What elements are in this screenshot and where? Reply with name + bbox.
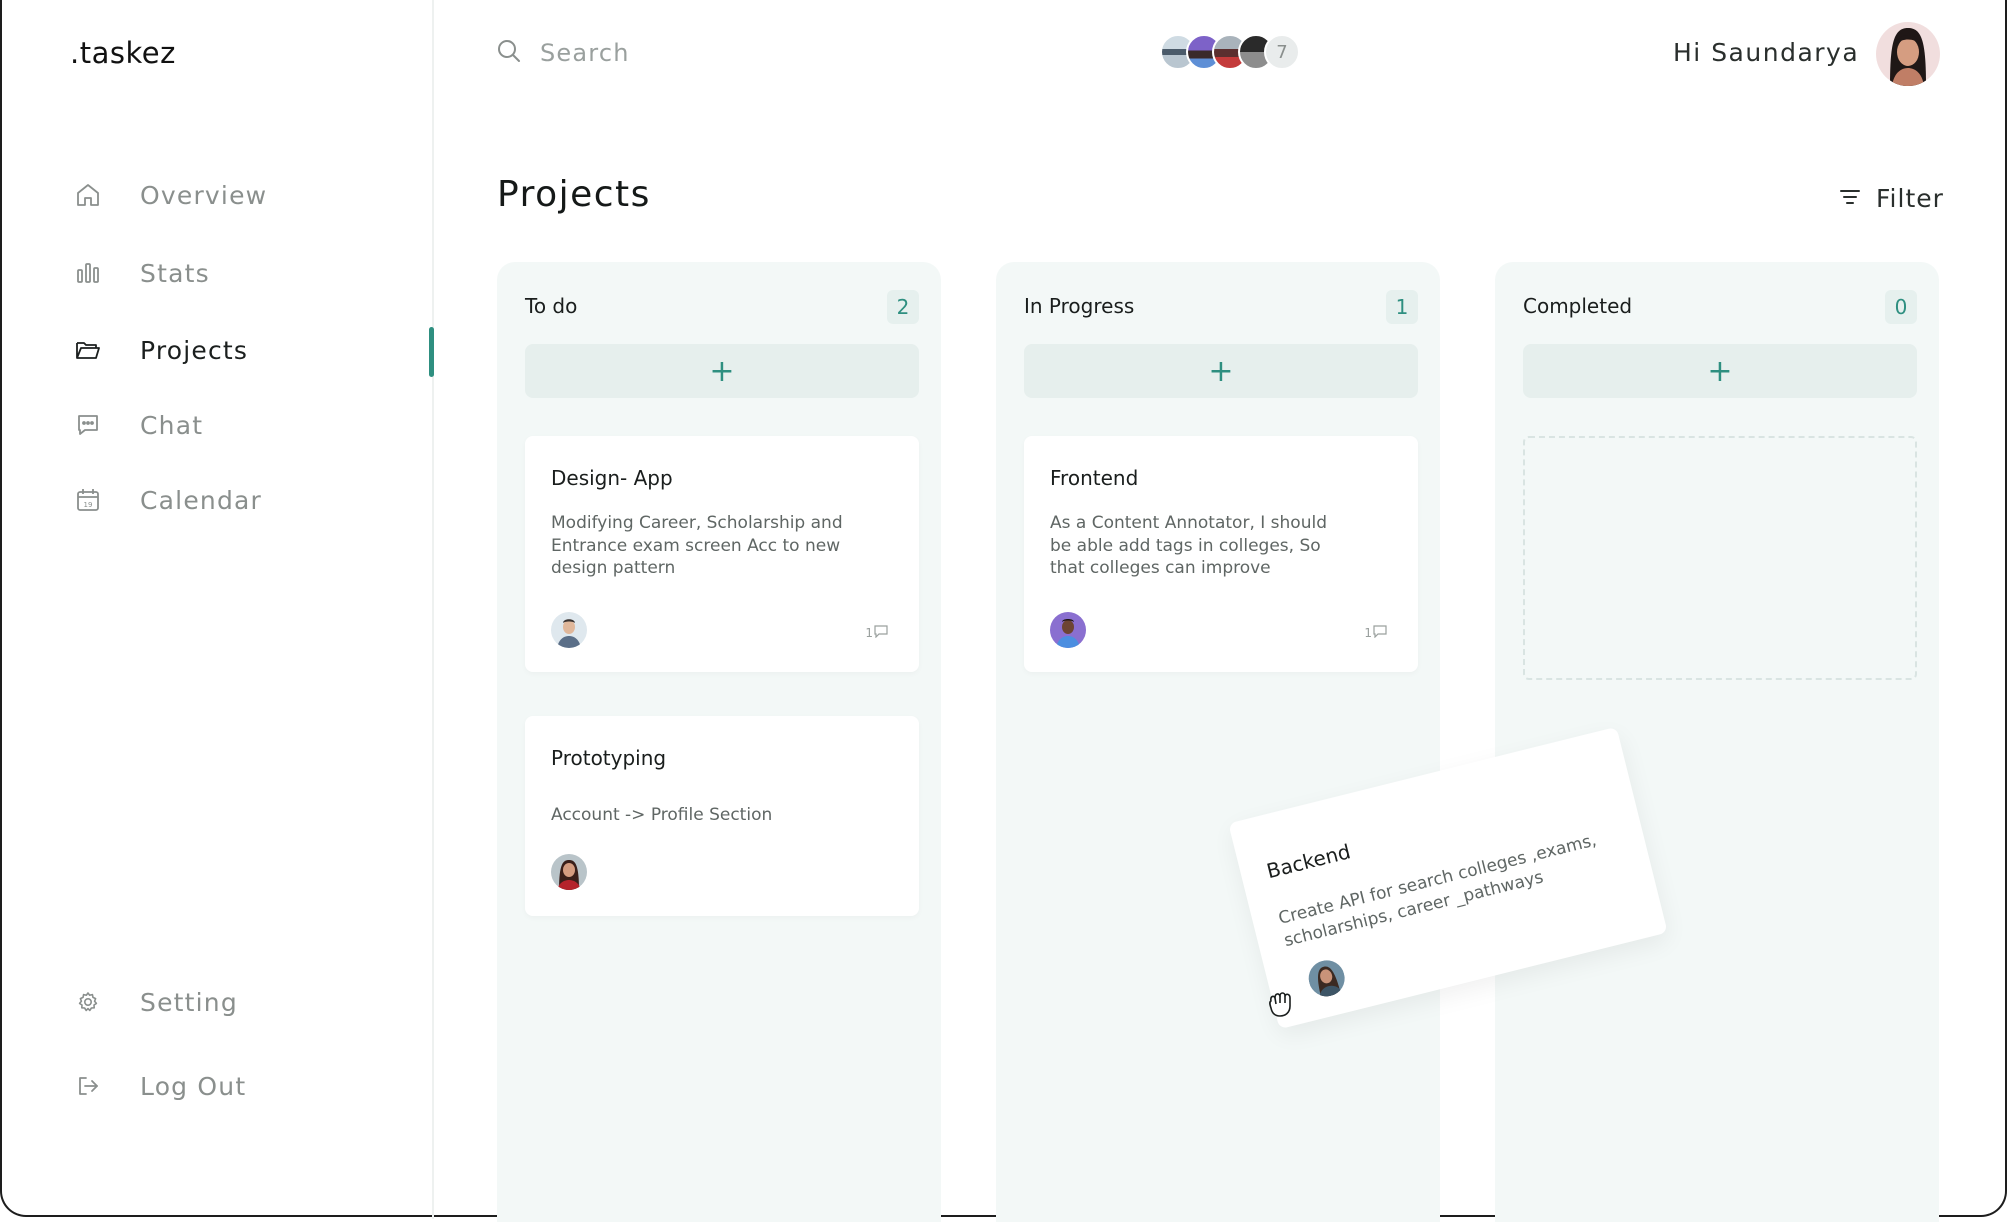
sidebar-item-label: Stats [140,258,210,288]
sidebar-item-logout[interactable]: Log Out [74,1061,246,1111]
add-task-button[interactable]: + [525,344,919,398]
chat-bubble-icon [74,411,102,439]
filter-button[interactable]: Filter [1838,184,1944,213]
calendar-icon: 19 [74,486,102,514]
column-in-progress: In Progress 1 + Frontend As a Content An… [996,262,1440,1222]
task-card[interactable]: Design- App Modifying Career, Scholarshi… [525,436,919,672]
sidebar-item-setting[interactable]: Setting [74,977,238,1027]
card-title: Prototyping [551,746,667,770]
column-count-badge: 2 [887,290,919,324]
folder-open-icon [74,336,102,364]
column-count-badge: 0 [1885,290,1917,324]
search-bar[interactable]: Search [496,38,630,68]
sidebar-item-label: Overview [140,180,268,210]
sidebar-item-projects[interactable]: Projects [74,325,248,375]
plus-icon: + [1707,353,1733,389]
sidebar-item-stats[interactable]: Stats [74,248,210,298]
column-title: Completed [1523,294,1633,318]
home-icon [74,181,102,209]
user-greeting: Hi Saundarya [1673,38,1860,67]
add-task-button[interactable]: + [1523,344,1917,398]
avatar[interactable] [1050,612,1086,648]
plus-icon: + [1208,353,1234,389]
active-indicator [429,327,434,377]
app-logo: .taskez [70,36,176,70]
grab-cursor-icon [1264,986,1298,1024]
comment-icon [873,624,889,641]
plus-icon: + [709,353,735,389]
card-description: Account -> Profile Section [551,805,773,825]
sidebar-item-label: Chat [140,410,204,440]
svg-text:19: 19 [84,501,93,509]
team-more-count[interactable]: 7 [1264,34,1300,70]
task-card[interactable]: Frontend As a Content Annotator, I shoul… [1024,436,1418,672]
task-card[interactable]: Prototyping Account -> Profile Section [525,716,919,916]
card-description: Modifying Career, Scholarship and Entran… [551,513,843,578]
logout-icon [74,1072,102,1100]
add-task-button[interactable]: + [1024,344,1418,398]
team-avatars[interactable]: 7 [1160,34,1300,70]
avatar[interactable] [1304,956,1349,1001]
search-input[interactable]: Search [540,39,630,67]
comment-count[interactable]: 1 [1364,624,1388,641]
avatar[interactable] [551,854,587,890]
card-description: As a Content Annotator, I should be able… [1050,513,1327,578]
column-todo: To do 2 + Design- App Modifying Career, … [497,262,941,1222]
user-avatar[interactable] [1876,22,1940,86]
search-icon [496,38,522,68]
comment-count-value: 1 [865,625,873,640]
filter-label: Filter [1876,184,1944,213]
card-title: Design- App [551,466,673,490]
column-count-badge: 1 [1386,290,1418,324]
sidebar-item-label: Log Out [140,1071,247,1101]
comment-icon [1372,624,1388,641]
sidebar-item-label: Projects [140,335,249,365]
card-title: Backend [1264,839,1353,884]
avatar[interactable] [551,612,587,648]
bar-chart-icon [74,259,102,287]
filter-icon [1838,187,1862,211]
column-title: In Progress [1024,294,1135,318]
card-title: Frontend [1050,466,1139,490]
sidebar-item-calendar[interactable]: 19 Calendar [74,475,262,525]
gear-icon [74,988,102,1016]
drop-zone[interactable] [1523,436,1917,680]
page-title: Projects [497,174,651,215]
sidebar-item-chat[interactable]: Chat [74,400,203,450]
sidebar-item-label: Setting [140,987,238,1017]
sidebar-item-label: Calendar [140,485,263,515]
sidebar: .taskez Overview Stats Projects Chat 19 … [0,0,434,1219]
sidebar-item-overview[interactable]: Overview [74,170,267,220]
comment-count[interactable]: 1 [865,624,889,641]
comment-count-value: 1 [1364,625,1372,640]
column-title: To do [525,294,578,318]
